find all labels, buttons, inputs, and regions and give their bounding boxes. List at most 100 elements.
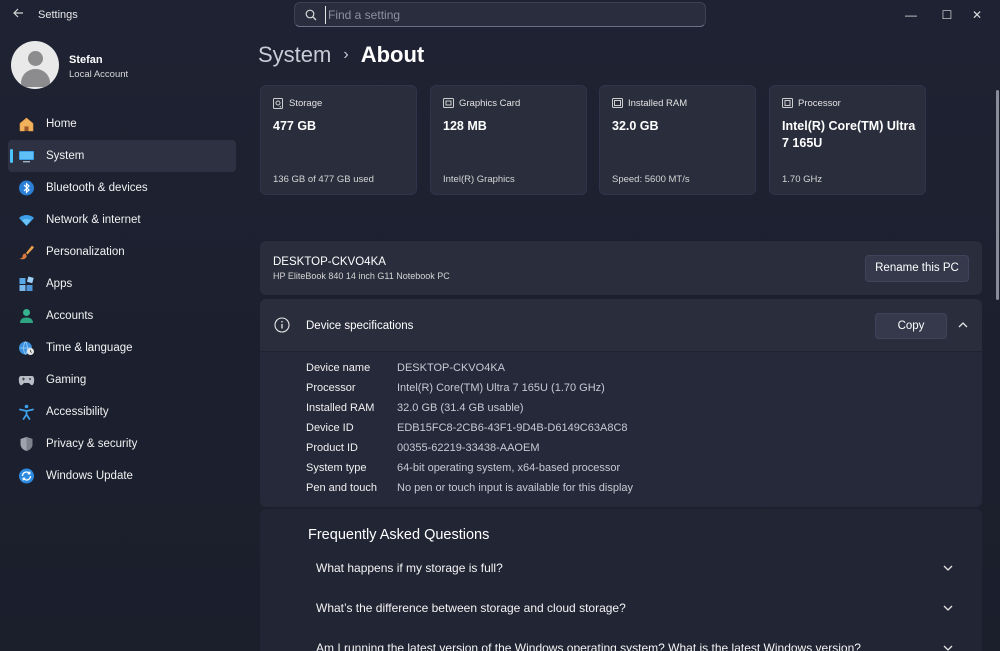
sidebar-item-system[interactable]: System — [8, 140, 236, 172]
sidebar-item-label: Windows Update — [46, 470, 133, 482]
spec-row-device-id: Device ID EDB15FC8-2CB6-43F1-9D4B-D6149C… — [306, 422, 966, 442]
settings-window: Settings — ☐ ✕ Stefan Local Account Home… — [0, 0, 1000, 651]
chevron-down-icon[interactable] — [942, 562, 954, 574]
graphics-card-icon — [443, 98, 454, 108]
title-bar: Settings — ☐ ✕ — [0, 0, 1000, 30]
sidebar-item-label: Gaming — [46, 374, 87, 386]
sidebar-item-accessibility[interactable]: Accessibility — [8, 396, 236, 428]
faq-question[interactable]: What’s the difference between storage an… — [316, 601, 626, 615]
card-value: 32.0 GB — [612, 119, 659, 133]
sidebar-item-personalization[interactable]: Personalization — [8, 236, 236, 268]
spec-value: Intel(R) Core(TM) Ultra 7 165U (1.70 GHz… — [397, 382, 605, 394]
pc-name-bar: DESKTOP-CKVO4KA HP EliteBook 840 14 inch… — [260, 241, 982, 295]
faq-title: Frequently Asked Questions — [308, 527, 490, 543]
storage-icon — [273, 98, 283, 109]
search-box[interactable] — [294, 2, 706, 27]
apps-icon — [19, 276, 34, 291]
spec-value: EDB15FC8-2CB6-43F1-9D4B-D6149C63A8C8 — [397, 422, 628, 434]
spec-key: Device name — [306, 362, 371, 374]
card-subtitle: Speed: 5600 MT/s — [612, 174, 690, 185]
sidebar-item-windows-update[interactable]: Windows Update — [8, 460, 236, 492]
copy-button[interactable]: Copy — [875, 313, 947, 339]
sidebar-nav: Home System Bluetooth & devices Network … — [8, 108, 236, 492]
processor-icon — [782, 98, 793, 108]
sidebar-item-label: Accounts — [46, 310, 94, 322]
search-icon — [305, 9, 317, 21]
sidebar-item-network[interactable]: Network & internet — [8, 204, 236, 236]
spec-value: 32.0 GB (31.4 GB usable) — [397, 402, 524, 414]
device-specifications-panel: Device specifications Copy Device name D… — [260, 299, 982, 507]
spec-key: Device ID — [306, 422, 354, 434]
spec-value: 00355-62219-33438-AAOEM — [397, 442, 540, 454]
faq-question[interactable]: Am I running the latest version of the W… — [316, 641, 861, 651]
device-specifications-header[interactable]: Device specifications Copy — [260, 299, 982, 352]
update-icon — [19, 468, 34, 484]
sidebar-item-time-language[interactable]: Time & language — [8, 332, 236, 364]
user-profile[interactable]: Stefan Local Account — [11, 41, 231, 91]
info-icon — [274, 317, 290, 333]
card-title: Graphics Card — [459, 98, 521, 109]
card-subtitle: 1.70 GHz — [782, 174, 823, 185]
faq-question[interactable]: What happens if my storage is full? — [316, 561, 503, 575]
chevron-right-icon: › — [343, 46, 349, 63]
card-value: 477 GB — [273, 119, 317, 133]
spec-row-processor: Processor Intel(R) Core(TM) Ultra 7 165U… — [306, 382, 966, 402]
sidebar-item-label: Privacy & security — [46, 438, 138, 450]
back-button[interactable] — [8, 6, 28, 24]
accessibility-icon — [19, 404, 34, 420]
person-icon — [20, 309, 33, 323]
spec-row-installed-ram: Installed RAM 32.0 GB (31.4 GB usable) — [306, 402, 966, 422]
pc-model: HP EliteBook 840 14 inch G11 Notebook PC — [273, 271, 450, 281]
card-subtitle: Intel(R) Graphics — [443, 174, 515, 185]
spec-value: 64-bit operating system, x64-based proce… — [397, 462, 621, 474]
specs-title: Device specifications — [306, 320, 414, 332]
spec-key: Installed RAM — [306, 402, 375, 414]
sidebar-item-privacy[interactable]: Privacy & security — [8, 428, 236, 460]
breadcrumb: System › About — [258, 42, 424, 68]
sidebar-item-gaming[interactable]: Gaming — [8, 364, 236, 396]
chevron-down-icon[interactable] — [942, 642, 954, 651]
rename-pc-button[interactable]: Rename this PC — [865, 255, 969, 282]
spec-value: No pen or touch input is available for t… — [397, 482, 634, 494]
installed-ram-card[interactable]: Installed RAM 32.0 GB Speed: 5600 MT/s — [599, 85, 756, 195]
spec-value: DESKTOP-CKVO4KA — [397, 362, 505, 374]
sidebar-item-label: Time & language — [46, 342, 133, 354]
profile-name: Stefan — [69, 54, 103, 66]
scrollbar[interactable] — [996, 90, 999, 300]
sidebar-item-label: Bluetooth & devices — [46, 182, 148, 194]
sidebar-item-apps[interactable]: Apps — [8, 268, 236, 300]
back-arrow-icon — [13, 8, 23, 18]
card-title: Storage — [289, 98, 323, 109]
wifi-icon — [19, 215, 34, 226]
sidebar-item-label: Apps — [46, 278, 73, 290]
spec-key: Product ID — [306, 442, 358, 454]
faq-section: Frequently Asked Questions What happens … — [260, 509, 982, 651]
chevron-down-icon[interactable] — [942, 602, 954, 614]
card-value: 128 MB — [443, 119, 487, 133]
spec-row-pen-touch: Pen and touch No pen or touch input is a… — [306, 482, 966, 502]
app-title: Settings — [38, 9, 78, 21]
card-title: Installed RAM — [628, 98, 688, 109]
spec-key: Processor — [306, 382, 356, 394]
search-input[interactable] — [325, 6, 695, 24]
processor-card[interactable]: Processor Intel(R) Core(TM) Ultra 7 165U… — [769, 85, 926, 195]
spec-row-system-type: System type 64-bit operating system, x64… — [306, 462, 966, 482]
breadcrumb-parent[interactable]: System — [258, 42, 331, 67]
sidebar-item-accounts[interactable]: Accounts — [8, 300, 236, 332]
sidebar-item-label: Network & internet — [46, 214, 141, 226]
shield-icon — [20, 437, 33, 451]
storage-card[interactable]: Storage 477 GB 136 GB of 477 GB used — [260, 85, 417, 195]
close-button[interactable]: ✕ — [954, 0, 1000, 30]
graphics-card-card[interactable]: Graphics Card 128 MB Intel(R) Graphics — [430, 85, 587, 195]
spec-key: System type — [306, 462, 367, 474]
sidebar-item-label: System — [46, 150, 85, 162]
sidebar-item-home[interactable]: Home — [8, 108, 236, 140]
sidebar-item-bluetooth[interactable]: Bluetooth & devices — [8, 172, 236, 204]
bluetooth-icon — [19, 180, 34, 196]
spec-key: Pen and touch — [306, 482, 377, 494]
pc-name: DESKTOP-CKVO4KA — [273, 256, 386, 268]
page-title: About — [360, 42, 425, 67]
gamepad-icon — [18, 376, 35, 386]
sidebar-item-label: Accessibility — [46, 406, 109, 418]
chevron-up-icon[interactable] — [957, 319, 969, 331]
